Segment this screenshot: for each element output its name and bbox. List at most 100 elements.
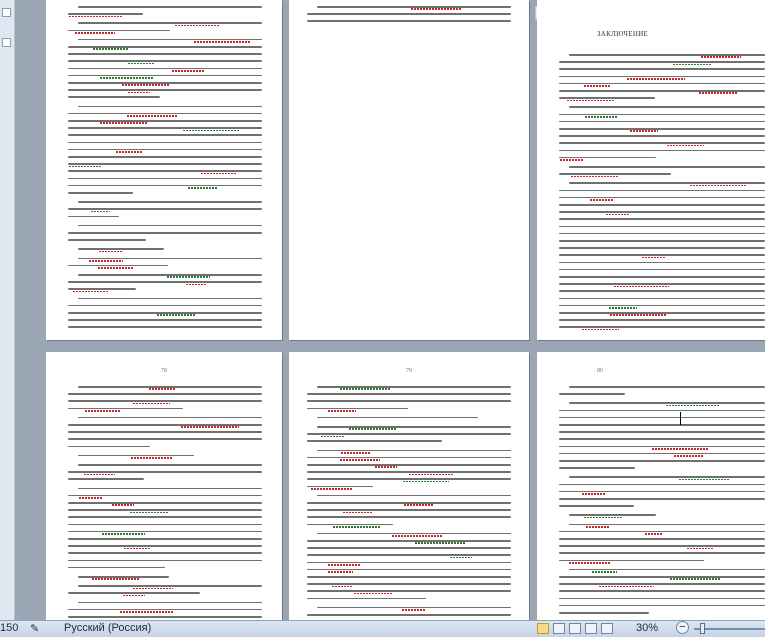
proofing-underline[interactable] xyxy=(88,260,123,262)
proofing-underline[interactable] xyxy=(123,594,145,597)
proofing-underline[interactable] xyxy=(701,56,742,58)
ruler-marker[interactable] xyxy=(2,8,11,17)
document-page[interactable]: 80 xyxy=(537,352,765,620)
proofing-underline[interactable] xyxy=(651,448,710,450)
document-page[interactable] xyxy=(46,0,282,340)
proofing-underline[interactable] xyxy=(411,8,461,10)
proofing-underline[interactable] xyxy=(90,210,111,213)
proofing-underline[interactable] xyxy=(641,256,665,259)
proofing-underline[interactable] xyxy=(124,547,152,550)
proofing-underline[interactable] xyxy=(126,115,179,117)
proofing-underline[interactable] xyxy=(102,533,145,535)
proofing-underline[interactable] xyxy=(186,283,208,286)
web-layout-view-button[interactable] xyxy=(569,623,581,634)
proofing-underline[interactable] xyxy=(645,533,664,535)
proofing-underline[interactable] xyxy=(585,526,609,528)
ruler-marker[interactable] xyxy=(2,38,11,47)
proofing-underline[interactable] xyxy=(342,511,374,514)
proofing-underline[interactable] xyxy=(73,290,109,293)
proofing-underline[interactable] xyxy=(591,571,618,573)
proofing-underline[interactable] xyxy=(311,488,353,490)
page-text[interactable] xyxy=(68,384,262,620)
proofing-underline[interactable] xyxy=(375,466,397,468)
proofing-underline[interactable] xyxy=(132,587,173,590)
proofing-underline[interactable] xyxy=(686,547,714,550)
proofing-underline[interactable] xyxy=(78,497,103,499)
proofing-underline[interactable] xyxy=(339,459,381,461)
proofing-underline[interactable] xyxy=(404,504,434,506)
proofing-underline[interactable] xyxy=(128,91,150,94)
outline-view-button[interactable] xyxy=(585,623,597,634)
proofing-underline[interactable] xyxy=(349,428,397,430)
proofing-underline[interactable] xyxy=(581,328,620,331)
proofing-underline[interactable] xyxy=(667,144,704,147)
proofing-underline[interactable] xyxy=(68,165,102,168)
proofing-underline[interactable] xyxy=(589,199,614,201)
proofing-underline[interactable] xyxy=(133,402,170,405)
document-page[interactable]: ЗАКЛЮЧЕНИЕ xyxy=(537,0,765,340)
proofing-underline[interactable] xyxy=(609,314,667,316)
proofing-underline[interactable] xyxy=(328,410,356,412)
document-page[interactable]: 78 xyxy=(46,352,282,620)
proofing-underline[interactable] xyxy=(127,62,155,65)
proofing-underline[interactable] xyxy=(119,611,174,613)
proofing-underline[interactable] xyxy=(171,70,204,72)
proofing-underline[interactable] xyxy=(148,388,176,390)
page-text[interactable] xyxy=(307,384,511,620)
proofing-underline[interactable] xyxy=(605,213,631,216)
proofing-underline[interactable] xyxy=(665,404,719,407)
proofing-underline[interactable] xyxy=(568,562,610,564)
language-indicator[interactable]: Русский (Россия) xyxy=(64,622,151,634)
proofing-underline[interactable] xyxy=(599,585,655,588)
proofing-underline[interactable] xyxy=(180,426,239,428)
page-text[interactable] xyxy=(307,4,511,24)
proofing-underline[interactable] xyxy=(74,32,115,34)
proofing-underline[interactable] xyxy=(91,578,139,580)
proofing-underline[interactable] xyxy=(121,84,171,86)
proofing-underline[interactable] xyxy=(332,585,354,588)
proofing-underline[interactable] xyxy=(166,276,211,278)
proofing-underline[interactable] xyxy=(401,609,426,611)
proofing-underline[interactable] xyxy=(673,455,703,457)
proofing-underline[interactable] xyxy=(449,556,473,559)
proofing-underline[interactable] xyxy=(84,473,116,476)
proofing-underline[interactable] xyxy=(328,571,354,573)
proofing-underline[interactable] xyxy=(415,542,467,544)
proofing-underline[interactable] xyxy=(585,116,617,118)
proofing-underline[interactable] xyxy=(670,578,721,580)
proofing-underline[interactable] xyxy=(391,535,443,537)
proofing-underline[interactable] xyxy=(614,285,670,288)
proofing-underline[interactable] xyxy=(354,592,393,595)
proofing-underline[interactable] xyxy=(567,99,615,102)
proofing-underline[interactable] xyxy=(156,314,195,316)
proofing-underline[interactable] xyxy=(174,24,220,27)
page-text[interactable] xyxy=(68,4,262,334)
proofing-underline[interactable] xyxy=(609,307,638,309)
proofing-underline[interactable] xyxy=(629,130,658,132)
proofing-underline[interactable] xyxy=(673,63,712,66)
spellcheck-book-icon[interactable]: ✎ xyxy=(30,622,39,635)
proofing-underline[interactable] xyxy=(333,526,382,528)
zoom-out-button[interactable]: − xyxy=(676,621,689,634)
zoom-slider-thumb[interactable] xyxy=(699,623,705,634)
proofing-underline[interactable] xyxy=(130,457,173,459)
proofing-underline[interactable] xyxy=(84,410,120,412)
proofing-underline[interactable] xyxy=(111,504,135,506)
proofing-underline[interactable] xyxy=(98,250,123,253)
proofing-underline[interactable] xyxy=(200,172,237,175)
proofing-underline[interactable] xyxy=(689,184,746,187)
proofing-underline[interactable] xyxy=(699,92,738,94)
proofing-underline[interactable] xyxy=(115,151,143,153)
proofing-underline[interactable] xyxy=(99,77,154,79)
proofing-underline[interactable] xyxy=(560,159,584,161)
proofing-underline[interactable] xyxy=(402,480,450,483)
proofing-underline[interactable] xyxy=(93,48,129,50)
proofing-underline[interactable] xyxy=(571,175,619,178)
proofing-underline[interactable] xyxy=(583,85,610,87)
page-text[interactable] xyxy=(559,52,765,334)
proofing-underline[interactable] xyxy=(582,493,606,495)
proofing-underline[interactable] xyxy=(678,478,729,481)
print-layout-view-button[interactable] xyxy=(537,623,549,634)
proofing-underline[interactable] xyxy=(627,78,685,80)
proofing-underline[interactable] xyxy=(194,41,252,43)
